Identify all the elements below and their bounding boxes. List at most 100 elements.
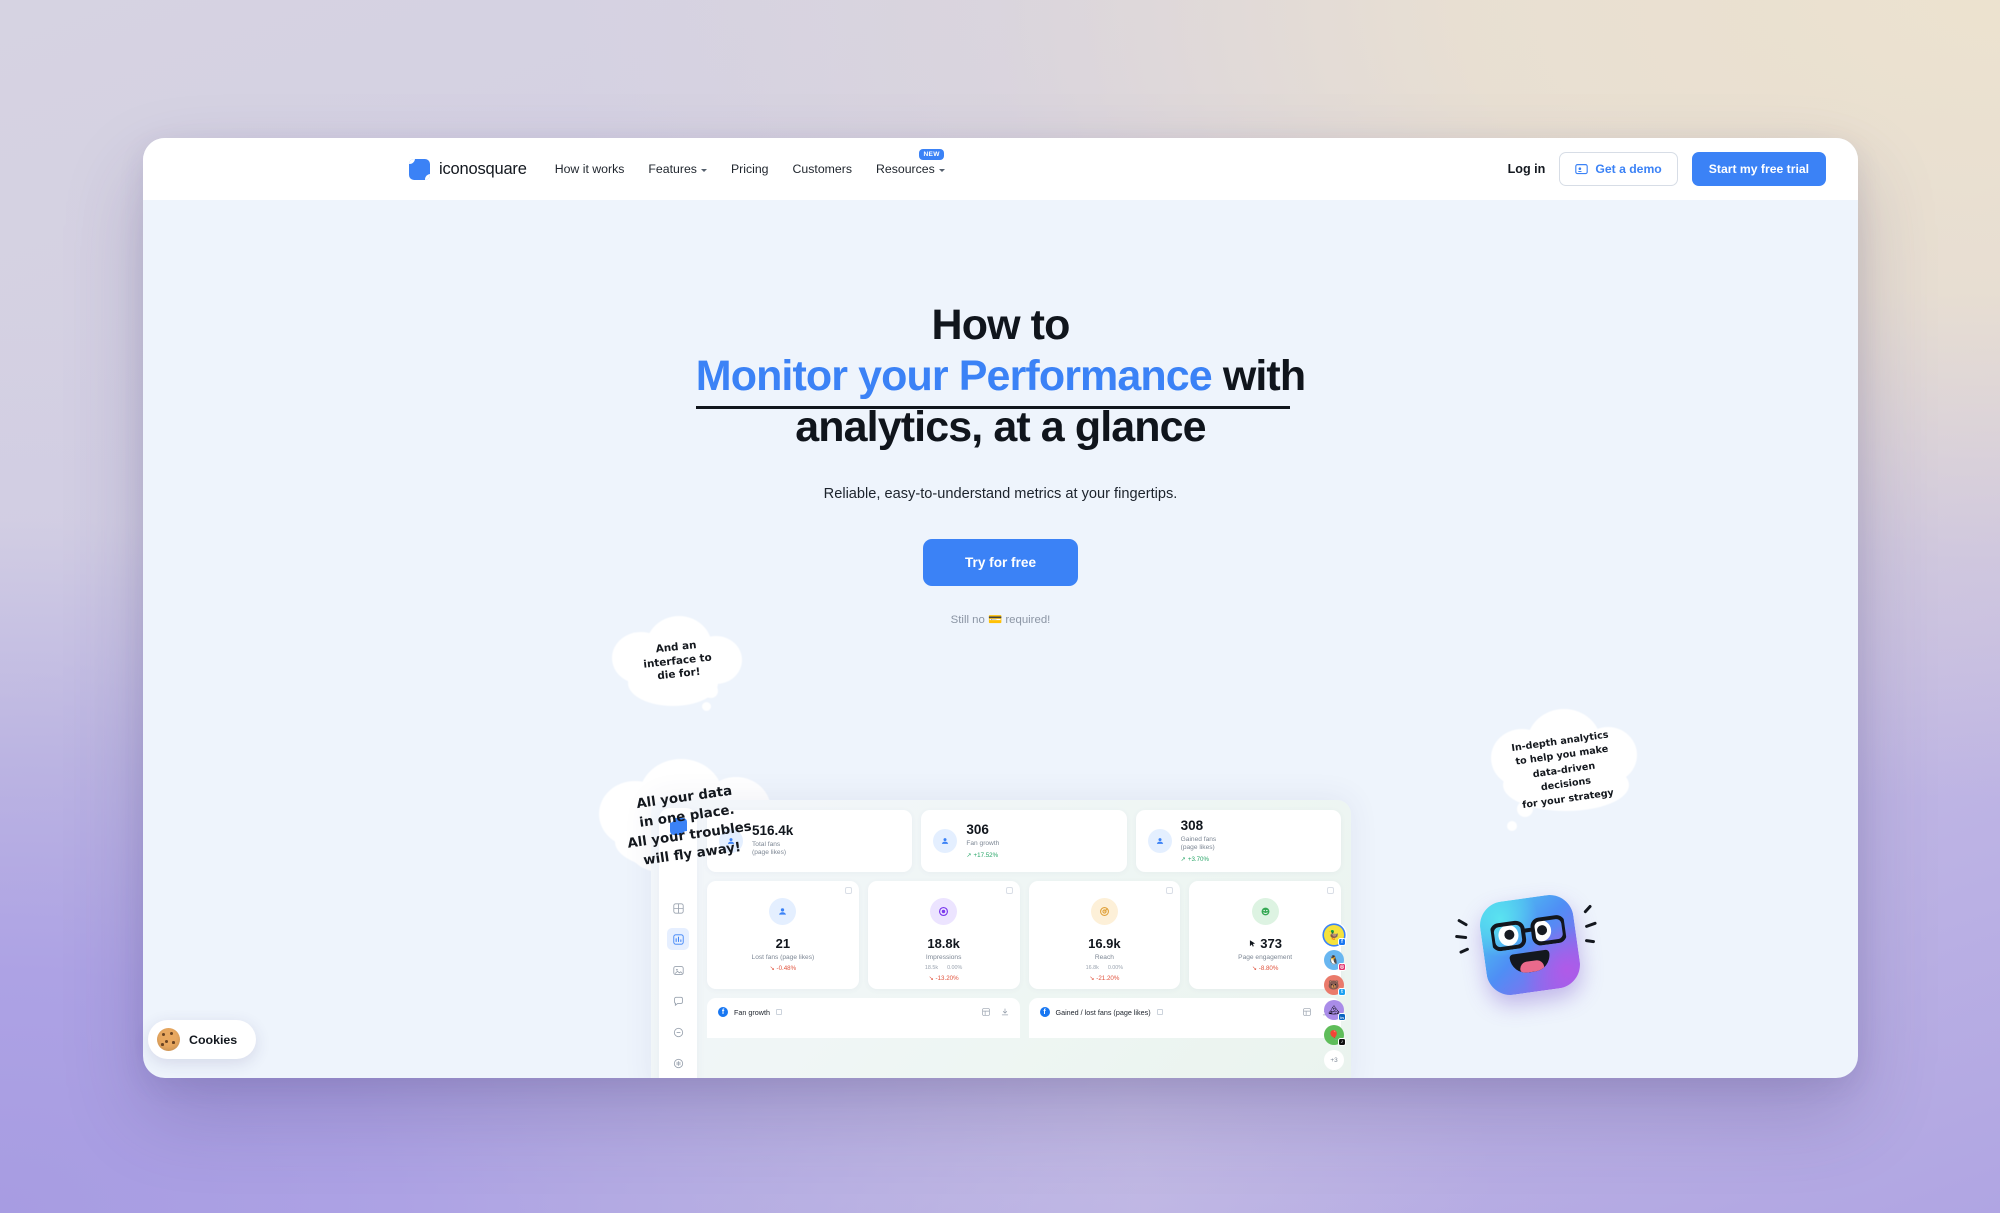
- brand-logo[interactable]: iconosquare: [409, 158, 527, 180]
- card-menu-icon[interactable]: [1005, 887, 1013, 894]
- nav-label: Customers: [792, 162, 852, 176]
- nav-item-resources[interactable]: Resources NEW: [876, 149, 945, 176]
- grid-icon: [672, 902, 684, 914]
- metric-value: 373: [1260, 936, 1282, 951]
- card-menu-icon[interactable]: [1327, 887, 1334, 894]
- twitter-badge-icon: t: [1338, 988, 1346, 996]
- more-accounts-badge[interactable]: +3: [1324, 1050, 1344, 1070]
- minus-circle-icon: [673, 1027, 683, 1037]
- kpi-row: 516.4k Total fans (page likes) 306 Fan g…: [707, 810, 1341, 872]
- demo-label: Get a demo: [1595, 162, 1662, 176]
- comment-icon: [673, 996, 683, 1006]
- metric-sub-1: 18.5k: [924, 965, 939, 971]
- metric-card-impressions[interactable]: 18.8k Impressions 18.5k 0.00% ↘ -13.20%: [867, 881, 1020, 989]
- linkedin-badge-icon: in: [1338, 1013, 1346, 1021]
- info-icon[interactable]: [775, 1009, 782, 1015]
- try-for-free-button[interactable]: Try for free: [922, 539, 1078, 587]
- sidebar-item-benchmark[interactable]: [667, 1052, 689, 1074]
- kpi-value: 308: [1180, 817, 1204, 833]
- people-icon: [933, 829, 958, 853]
- table-view-icon[interactable]: [1303, 1008, 1311, 1016]
- kpi-label: Fan growth: [966, 839, 1000, 847]
- bubble-text: And an interface to die for!: [642, 639, 713, 683]
- account-avatar[interactable]: 🏔 in: [1324, 1000, 1346, 1021]
- metric-subvalues: 16.8k 0.00%: [1086, 965, 1123, 971]
- metric-sub-2: 0.00%: [947, 965, 963, 971]
- chart-card-gained-lost-fans[interactable]: f Gained / lost fans (page likes): [1028, 998, 1341, 1038]
- chart-title: Gained / lost fans (page likes): [1055, 1007, 1151, 1017]
- login-link[interactable]: Log in: [1508, 162, 1546, 176]
- metric-card-page-engagement[interactable]: 373 Page engagement ↘ -8.80%: [1189, 881, 1341, 989]
- nav-label: Pricing: [730, 162, 769, 176]
- main-nav: How it works Features Pricing Customers …: [555, 149, 945, 176]
- account-avatar[interactable]: 🐻 t: [1324, 975, 1346, 996]
- kpi-value: 306: [966, 822, 989, 838]
- card-menu-icon[interactable]: [844, 887, 852, 894]
- glasses-icon: [1489, 915, 1567, 952]
- mascot-body: [1476, 891, 1584, 999]
- account-avatar[interactable]: 🐧 ◎: [1324, 950, 1346, 971]
- tiktok-badge-icon: ♪: [1338, 1038, 1346, 1046]
- metric-card-lost-fans[interactable]: 21 Lost fans (page likes) ↘ -0.48%: [707, 881, 859, 989]
- chevron-down-icon: [938, 168, 945, 172]
- account-rail: 🦆f 🐧◎ 🐻t 🏔in 🎈♪ +3 +: [1324, 925, 1346, 1078]
- metric-label: Reach: [1094, 954, 1114, 961]
- sidebar-item-analytics[interactable]: [667, 928, 689, 950]
- account-avatar[interactable]: 🦆 f: [1324, 925, 1346, 946]
- facebook-icon: f: [1039, 1007, 1050, 1017]
- chart-header: f Fan growth: [718, 1007, 1009, 1017]
- account-avatar[interactable]: 🎈 ♪: [1324, 1025, 1346, 1046]
- nav-item-pricing[interactable]: Pricing: [731, 162, 769, 176]
- nav-item-features[interactable]: Features: [648, 162, 707, 176]
- browser-window: iconosquare How it works Features Pricin…: [143, 138, 1858, 1078]
- table-view-icon[interactable]: [981, 1008, 990, 1016]
- metric-card-reach[interactable]: 16.9k Reach 16.8k 0.00% ↘ -21.20%: [1028, 881, 1181, 989]
- nav-item-how-it-works[interactable]: How it works: [555, 162, 625, 176]
- mascot-nerd-face: [1455, 891, 1597, 999]
- nav-label: Features: [648, 162, 697, 176]
- cookie-icon: [157, 1028, 180, 1051]
- cookies-widget[interactable]: Cookies: [148, 1020, 257, 1059]
- people-icon: [769, 898, 797, 925]
- metric-delta: ↘ -8.80%: [1251, 965, 1279, 972]
- chevron-down-icon: [700, 168, 707, 172]
- hero-section: How to Monitor your Performance with ana…: [143, 200, 1858, 1078]
- metric-sub-1: 16.8k: [1085, 965, 1099, 971]
- metric-sub-2: 0.00%: [1107, 965, 1124, 971]
- metric-value: 21: [775, 936, 791, 951]
- metric-label: Impressions: [925, 954, 962, 961]
- metric-delta: ↘ -21.20%: [1089, 975, 1120, 982]
- dashboard-main: 516.4k Total fans (page likes) 306 Fan g…: [697, 800, 1351, 1078]
- smile-icon: [1251, 898, 1279, 925]
- chart-card-fan-growth[interactable]: f Fan growth: [707, 998, 1020, 1038]
- metric-label: Lost fans (page likes): [751, 954, 815, 961]
- sidebar-item-comments[interactable]: [667, 990, 689, 1012]
- metric-subvalues: 18.5k 0.00%: [925, 965, 962, 971]
- site-header: iconosquare How it works Features Pricin…: [143, 138, 1858, 200]
- sidebar-item-listening[interactable]: [667, 1021, 689, 1043]
- start-free-trial-button[interactable]: Start my free trial: [1691, 152, 1826, 186]
- demo-screen-icon: [1575, 163, 1589, 174]
- sidebar-item-grid[interactable]: [667, 897, 689, 919]
- kpi-delta: ↗ +17.52%: [966, 851, 999, 859]
- instagram-badge-icon: ◎: [1338, 963, 1346, 971]
- kpi-card[interactable]: 306 Fan growth ↗ +17.52%: [921, 810, 1127, 872]
- nav-item-customers[interactable]: Customers: [793, 162, 852, 176]
- sidebar-item-media[interactable]: [667, 959, 689, 981]
- kpi-card[interactable]: 308 Gained fans (page likes) ↗ +3.70%: [1135, 810, 1341, 872]
- download-icon[interactable]: [1001, 1008, 1009, 1016]
- chart-row: f Fan growth f Gained / lost fans (page …: [707, 998, 1341, 1038]
- card-menu-icon[interactable]: [1166, 887, 1174, 894]
- new-badge: NEW: [919, 149, 944, 160]
- headline-accent: Monitor your Performance: [695, 352, 1213, 401]
- get-a-demo-button[interactable]: Get a demo: [1559, 152, 1678, 186]
- cloud-shape: And an interface to die for!: [598, 610, 758, 711]
- target-icon: [1090, 898, 1118, 925]
- info-icon[interactable]: [1156, 1009, 1163, 1015]
- chart-tools: [981, 1008, 1009, 1016]
- cloud-shape: All your data in one place. All your tro…: [593, 755, 783, 902]
- cookies-label: Cookies: [189, 1032, 238, 1047]
- headline-line-1: How to: [931, 301, 1071, 349]
- metric-label: Page engagement: [1238, 954, 1293, 961]
- speech-bubble-in-depth-analytics: In-depth analytics to help you make data…: [1483, 705, 1643, 831]
